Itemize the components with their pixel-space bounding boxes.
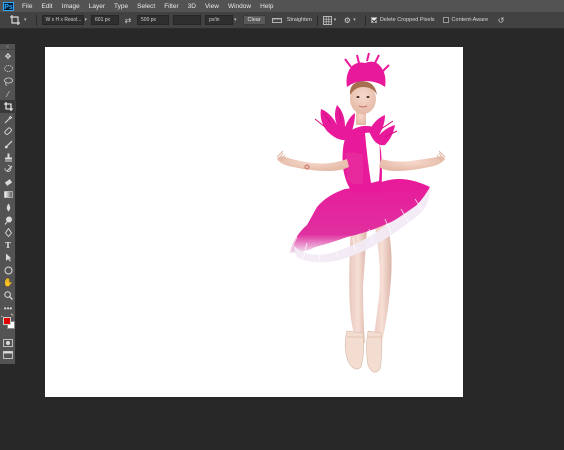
ellipse-tool-icon[interactable]	[0, 264, 16, 277]
divider	[364, 14, 366, 26]
color-swatches: ▪ ↰	[0, 313, 15, 336]
menu-type[interactable]: Type	[114, 3, 128, 10]
crop-icon	[10, 15, 20, 25]
ballerina-image	[276, 52, 446, 373]
height-input[interactable]: 500 px	[137, 15, 170, 25]
resolution-unit-select[interactable]: px/in	[205, 15, 234, 25]
menu-edit[interactable]: Edit	[41, 3, 52, 10]
delete-cropped-label[interactable]: Delete Cropped Pixels	[380, 17, 435, 23]
menu-file[interactable]: File	[22, 3, 32, 10]
straighten-label[interactable]: Straighten	[287, 17, 312, 23]
eyedropper-tool-icon[interactable]	[0, 113, 16, 126]
screen-mode-icon[interactable]	[0, 349, 16, 362]
healing-brush-tool-icon[interactable]	[0, 126, 16, 139]
menu-image[interactable]: Image	[62, 3, 80, 10]
dodge-tool-icon[interactable]	[0, 214, 16, 227]
gear-icon[interactable]: ⚙	[342, 15, 352, 25]
straighten-icon[interactable]	[271, 15, 282, 25]
options-bar: ▾ W x H x Resol... ▾ 601 px ⇄ 500 px px/…	[0, 12, 564, 29]
swap-icon[interactable]: ⇄	[123, 15, 133, 25]
pen-tool-icon[interactable]	[0, 226, 16, 239]
divider	[35, 14, 37, 26]
type-tool-icon[interactable]: T	[0, 239, 16, 252]
ratio-select[interactable]: W x H x Resol...	[41, 15, 84, 25]
chevron-down-icon: ▾	[353, 17, 356, 23]
foreground-color-swatch[interactable]	[3, 317, 11, 326]
photoshop-logo: Ps	[3, 1, 14, 11]
zoom-tool-icon[interactable]	[0, 289, 16, 302]
resolution-input[interactable]	[173, 15, 202, 25]
menu-help[interactable]: Help	[260, 3, 273, 10]
overlay-grid-icon[interactable]	[323, 15, 333, 25]
menu-filter[interactable]: Filter	[164, 3, 178, 10]
menu-window[interactable]: Window	[228, 3, 251, 10]
hand-tool-icon[interactable]: ✋	[0, 277, 16, 290]
clear-button[interactable]: Clear	[242, 15, 266, 25]
content-aware-label[interactable]: Content-Aware	[452, 17, 489, 23]
chevron-down-icon: ▾	[24, 17, 27, 23]
toolbox: « ✥ ⁄ T ✋ ••• ▪ ↰	[0, 44, 16, 364]
content-aware-checkbox[interactable]	[442, 17, 449, 23]
clone-stamp-tool-icon[interactable]	[0, 151, 16, 164]
lasso-tool-icon[interactable]	[0, 75, 16, 88]
eraser-tool-icon[interactable]	[0, 176, 16, 189]
menu-3d[interactable]: 3D	[188, 3, 196, 10]
menu-layer[interactable]: Layer	[89, 3, 105, 10]
delete-cropped-checkbox[interactable]	[370, 17, 377, 23]
quick-mask-icon[interactable]	[0, 336, 16, 349]
document-canvas[interactable]	[45, 47, 463, 397]
divider	[316, 14, 318, 26]
blur-tool-icon[interactable]	[0, 201, 16, 214]
crop-tool-icon[interactable]	[0, 100, 16, 113]
history-brush-tool-icon[interactable]	[0, 163, 16, 176]
menu-bar: Ps File Edit Image Layer Type Select Fil…	[0, 0, 564, 12]
chevron-down-icon: ▾	[234, 17, 237, 23]
width-input[interactable]: 601 px	[91, 15, 120, 25]
gradient-tool-icon[interactable]	[0, 189, 16, 202]
crop-tool-preset-picker[interactable]	[6, 14, 24, 27]
menu-view[interactable]: View	[205, 3, 219, 10]
magic-wand-tool-icon[interactable]: ⁄	[0, 88, 16, 101]
marquee-tool-icon[interactable]	[0, 63, 16, 76]
reset-icon[interactable]: ↺	[496, 15, 506, 25]
chevron-down-icon: ▾	[84, 17, 88, 23]
move-tool-icon[interactable]: ✥	[0, 50, 16, 63]
menu-select[interactable]: Select	[137, 3, 155, 10]
path-selection-tool-icon[interactable]	[0, 252, 16, 265]
chevron-down-icon: ▾	[333, 17, 337, 23]
brush-tool-icon[interactable]	[0, 138, 16, 151]
